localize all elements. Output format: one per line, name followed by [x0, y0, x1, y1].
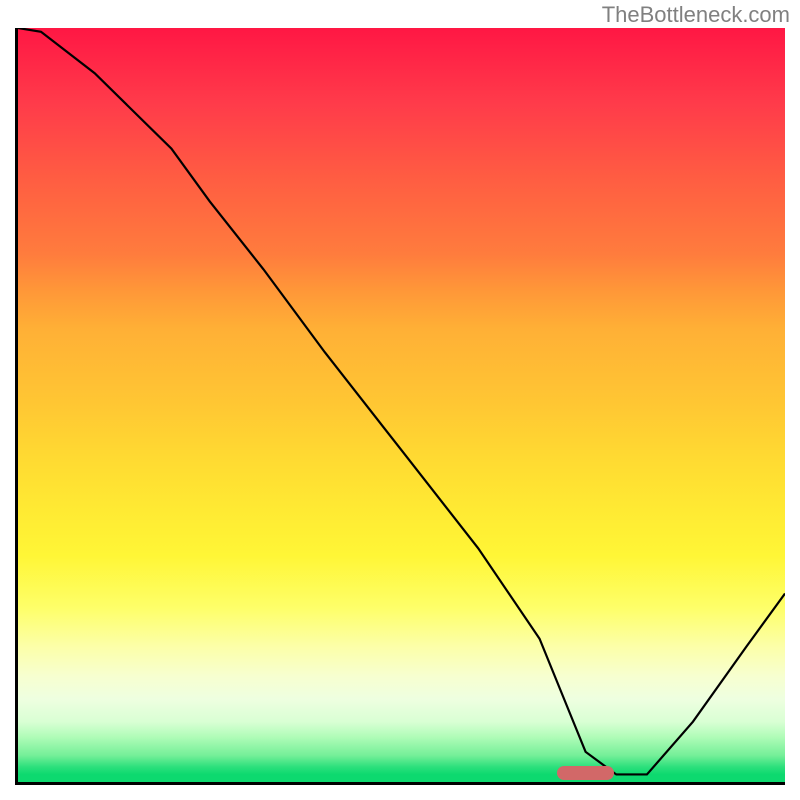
chart-curve-layer: [18, 28, 785, 782]
bottleneck-curve: [18, 28, 785, 774]
chart-frame: [15, 28, 785, 785]
watermark-text: TheBottleneck.com: [602, 2, 790, 28]
optimal-point-marker: [557, 766, 615, 780]
